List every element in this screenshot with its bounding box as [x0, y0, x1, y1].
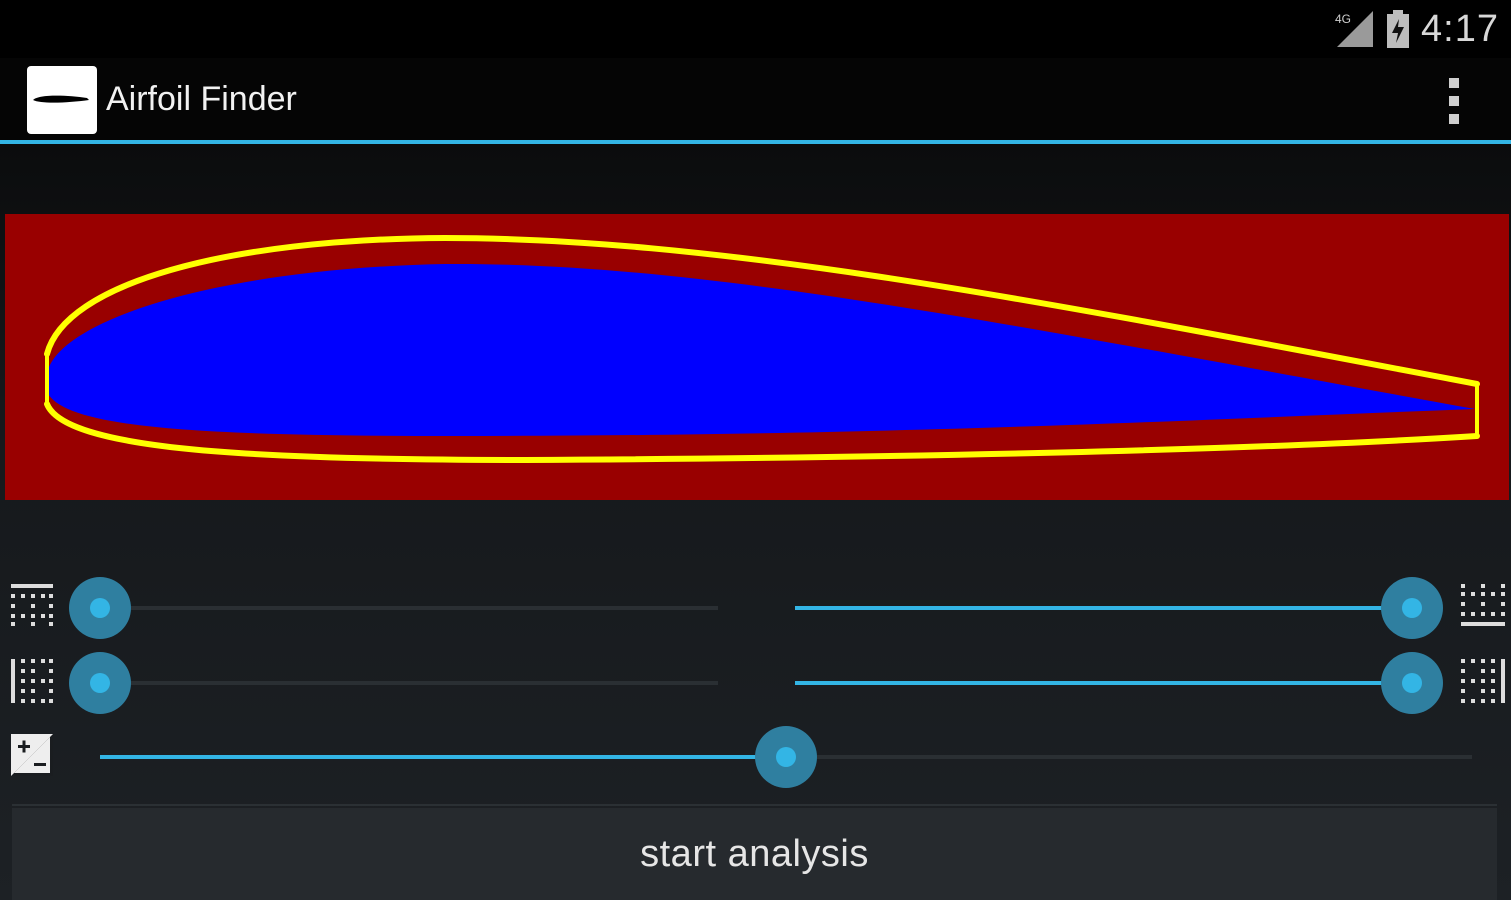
divider — [12, 804, 1497, 806]
battery-icon — [1387, 10, 1410, 48]
main-content: start analysis — [0, 144, 1511, 900]
top-grid-slider-left-track[interactable] — [100, 606, 718, 610]
signal-icon: 4G — [1335, 11, 1374, 47]
side-grid-slider-left-thumb[interactable] — [69, 652, 131, 714]
exposure-icon — [11, 734, 53, 776]
side-grid-slider-right-track[interactable] — [795, 681, 1411, 685]
grid-top-icon — [11, 584, 53, 626]
airfoil-image — [5, 214, 1509, 500]
side-grid-slider-right-thumb[interactable] — [1381, 652, 1443, 714]
action-bar: Airfoil Finder — [0, 58, 1511, 144]
status-icons: 4G 4:17 — [1333, 8, 1499, 50]
grid-right-icon — [1461, 659, 1505, 703]
airfoil-logo-icon[interactable] — [27, 66, 97, 134]
status-time: 4:17 — [1421, 7, 1499, 50]
top-grid-slider-right-track[interactable] — [795, 606, 1411, 610]
grid-bottom-icon — [1461, 584, 1505, 626]
side-grid-slider-left-track[interactable] — [100, 681, 718, 685]
top-grid-slider-left-thumb[interactable] — [69, 577, 131, 639]
top-grid-slider-right-thumb[interactable] — [1381, 577, 1443, 639]
grid-left-icon — [11, 659, 53, 703]
start-analysis-button[interactable]: start analysis — [12, 808, 1497, 900]
app-title: Airfoil Finder — [106, 80, 297, 118]
overflow-menu-icon[interactable] — [1443, 76, 1465, 126]
svg-text:4G: 4G — [1335, 12, 1351, 26]
contrast-slider-thumb[interactable] — [755, 726, 817, 788]
status-bar: 4G 4:17 — [0, 0, 1511, 58]
